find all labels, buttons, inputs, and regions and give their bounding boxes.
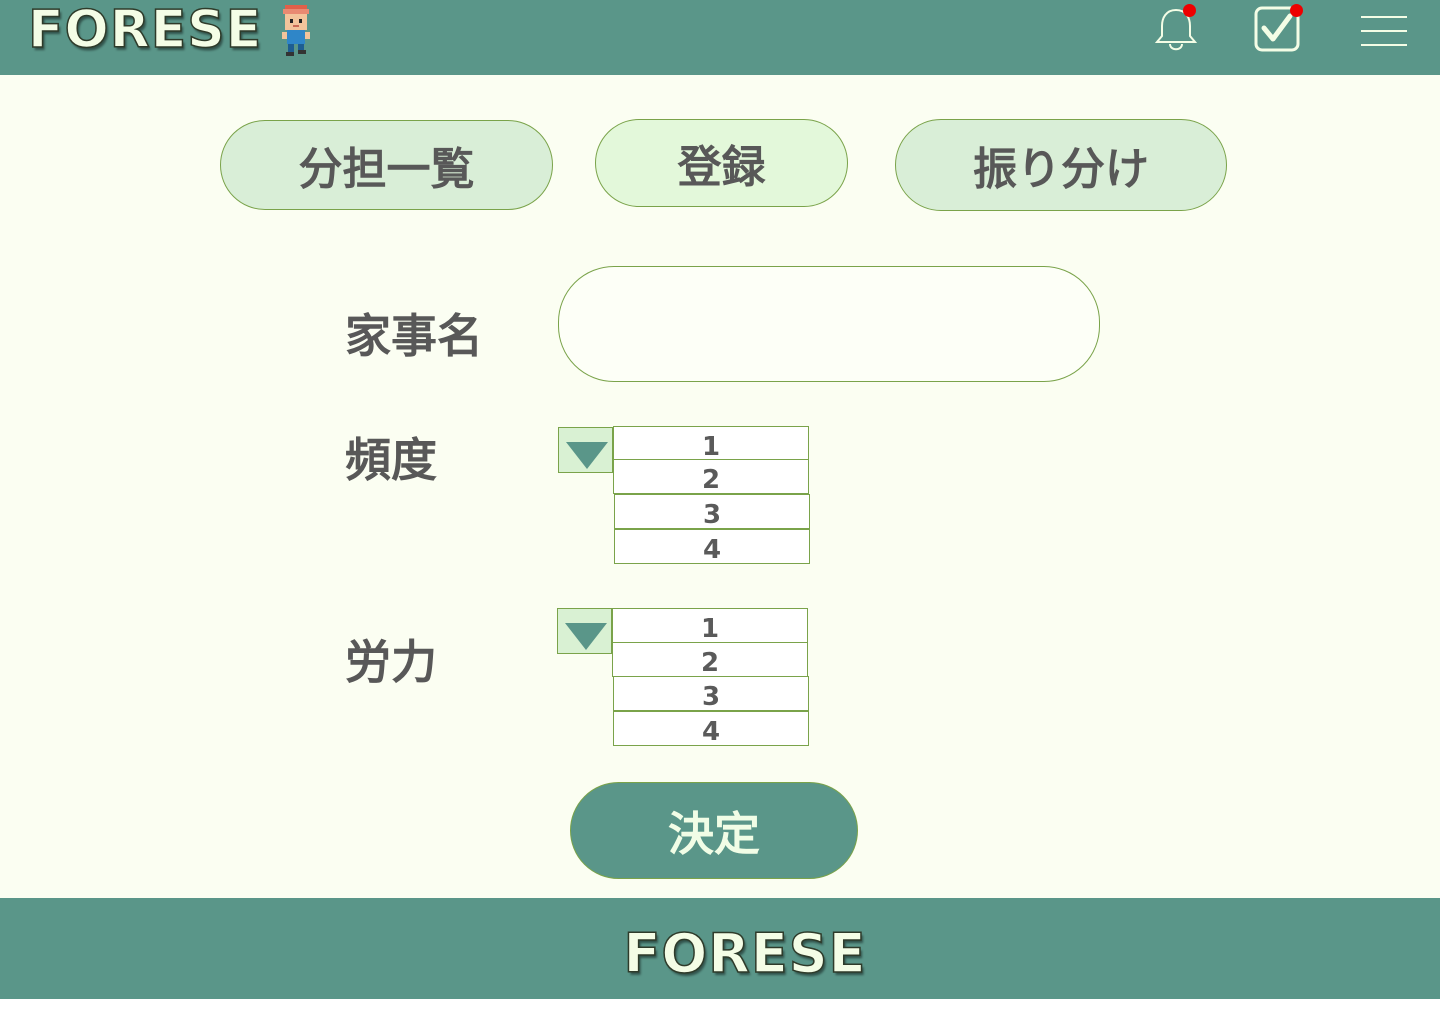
menu-button[interactable] — [1358, 4, 1410, 54]
frequency-dropdown-button[interactable] — [558, 427, 613, 473]
frequency-option[interactable]: 3 — [614, 494, 810, 530]
tasks-button[interactable] — [1252, 4, 1303, 54]
frequency-option[interactable]: 4 — [614, 529, 810, 565]
tab-label: 登録 — [677, 142, 766, 193]
effort-option[interactable]: 4 — [613, 711, 809, 747]
dropdown-arrow-icon — [566, 442, 608, 469]
effort-option[interactable]: 3 — [613, 676, 809, 712]
effort-option[interactable]: 2 — [612, 642, 808, 678]
chore-name-input[interactable] — [558, 266, 1100, 382]
effort-dropdown-button[interactable] — [557, 608, 612, 654]
mascot-icon — [282, 5, 310, 56]
effort-label: 労力 — [345, 635, 437, 689]
submit-button[interactable]: 決定 — [570, 782, 858, 879]
dropdown-arrow-icon — [565, 623, 607, 650]
app-logo[interactable]: FORESE — [27, 0, 262, 61]
tab-assign[interactable]: 振り分け — [895, 119, 1227, 211]
tab-share-list[interactable]: 分担一覧 — [220, 120, 553, 210]
bottom-strip — [0, 999, 1440, 1024]
chore-name-label: 家事名 — [345, 309, 483, 363]
frequency-option[interactable]: 1 — [613, 426, 809, 462]
frequency-label: 頻度 — [345, 433, 437, 487]
tab-label: 分担一覧 — [298, 144, 475, 195]
submit-label: 決定 — [668, 806, 760, 861]
footer-logo: FORESE — [623, 921, 867, 986]
hamburger-menu-icon — [1361, 16, 1407, 46]
tab-register[interactable]: 登録 — [595, 119, 848, 207]
effort-option[interactable]: 1 — [612, 608, 808, 644]
notification-button[interactable] — [1151, 4, 1201, 54]
frequency-option[interactable]: 2 — [613, 459, 809, 495]
notification-dot — [1290, 4, 1303, 17]
tab-label: 振り分け — [973, 144, 1149, 195]
notification-dot — [1183, 4, 1196, 17]
